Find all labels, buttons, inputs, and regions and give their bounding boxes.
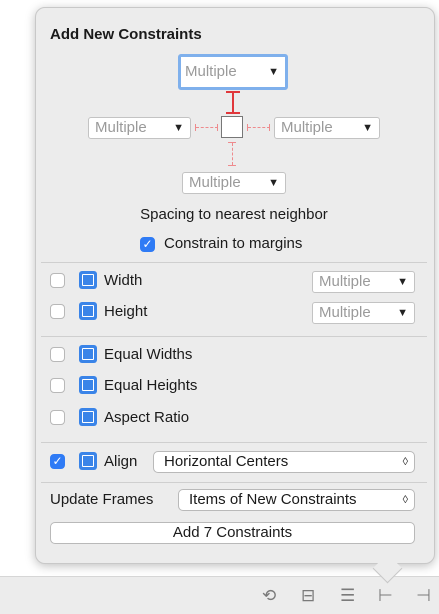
right-spacing-value: Multiple [281, 119, 333, 136]
align-icon [79, 452, 97, 470]
bottom-spacing-value: Multiple [189, 174, 241, 191]
height-value-select[interactable]: Multiple ▼ [312, 302, 415, 324]
width-checkbox[interactable] [50, 273, 65, 288]
left-constraint-strut[interactable] [196, 127, 218, 128]
equal-heights-label: Equal Heights [104, 377, 198, 394]
updown-chevron-icon: ◊ [402, 456, 408, 468]
top-spacing-value: Multiple [185, 63, 237, 80]
height-value: Multiple [319, 304, 371, 321]
embed-in-stack-icon[interactable]: ⊟ [301, 586, 315, 606]
equal-widths-label: Equal Widths [104, 346, 193, 363]
left-spacing-value: Multiple [95, 119, 147, 136]
bottom-spacing-select[interactable]: Multiple ▼ [182, 172, 286, 194]
section-divider [41, 336, 427, 337]
top-spacing-select[interactable]: Multiple ▼ [178, 54, 288, 90]
constrain-margins-checkbox[interactable]: ✓ [140, 237, 155, 252]
aspect-ratio-icon [79, 408, 97, 426]
section-divider [41, 262, 427, 263]
popover-title: Add New Constraints [50, 26, 202, 43]
width-value-select[interactable]: Multiple ▼ [312, 271, 415, 293]
equal-widths-icon [79, 345, 97, 363]
height-label: Height [104, 303, 148, 320]
height-icon [79, 302, 97, 320]
update-frames-label: Update Frames [50, 491, 154, 508]
update-frames-value: Items of New Constraints [189, 491, 357, 508]
right-strut-cap [269, 124, 270, 131]
add-constraints-icon[interactable]: ⊢ [378, 586, 393, 606]
width-icon [79, 271, 97, 289]
chevron-down-icon: ▼ [268, 66, 279, 78]
bottom-strut-cap [228, 165, 236, 166]
align-checkbox[interactable]: ✓ [50, 454, 65, 469]
height-checkbox[interactable] [50, 304, 65, 319]
align-type-popup[interactable]: Horizontal Centers ◊ [153, 451, 415, 473]
constrain-margins-label: Constrain to margins [164, 235, 303, 252]
equal-widths-checkbox[interactable] [50, 347, 65, 362]
equal-heights-icon [79, 376, 97, 394]
chevron-down-icon: ▼ [397, 307, 408, 319]
equal-heights-checkbox[interactable] [50, 378, 65, 393]
top-strut-cap [226, 112, 240, 114]
left-strut-cap [217, 124, 218, 131]
chevron-down-icon: ▼ [397, 276, 408, 288]
resolve-issues-icon[interactable]: ⊣ [416, 586, 431, 606]
align-type-value: Horizontal Centers [164, 453, 289, 470]
right-constraint-strut[interactable] [248, 127, 270, 128]
updown-chevron-icon: ◊ [402, 494, 408, 506]
top-strut-cap [226, 91, 240, 93]
bottom-constraint-strut[interactable] [232, 143, 233, 165]
chevron-down-icon: ▼ [173, 122, 184, 134]
left-spacing-select[interactable]: Multiple ▼ [88, 117, 191, 139]
spacing-caption: Spacing to nearest neighbor [140, 206, 328, 223]
chevron-down-icon: ▼ [268, 177, 279, 189]
chevron-down-icon: ▼ [362, 122, 373, 134]
section-divider [41, 442, 427, 443]
canvas-toolbar [0, 576, 439, 614]
align-icon[interactable]: ☰ [340, 586, 355, 606]
width-label: Width [104, 272, 143, 289]
top-constraint-strut[interactable] [232, 91, 234, 114]
right-spacing-select[interactable]: Multiple ▼ [274, 117, 380, 139]
section-divider [41, 482, 427, 483]
add-constraints-button[interactable]: Add 7 Constraints [50, 522, 415, 544]
aspect-ratio-label: Aspect Ratio [104, 409, 190, 426]
aspect-ratio-checkbox[interactable] [50, 410, 65, 425]
align-label: Align [104, 453, 138, 470]
update-frames-icon[interactable]: ⟲ [262, 586, 276, 606]
view-placeholder [221, 116, 243, 138]
width-value: Multiple [319, 273, 371, 290]
update-frames-popup[interactable]: Items of New Constraints ◊ [178, 489, 415, 511]
